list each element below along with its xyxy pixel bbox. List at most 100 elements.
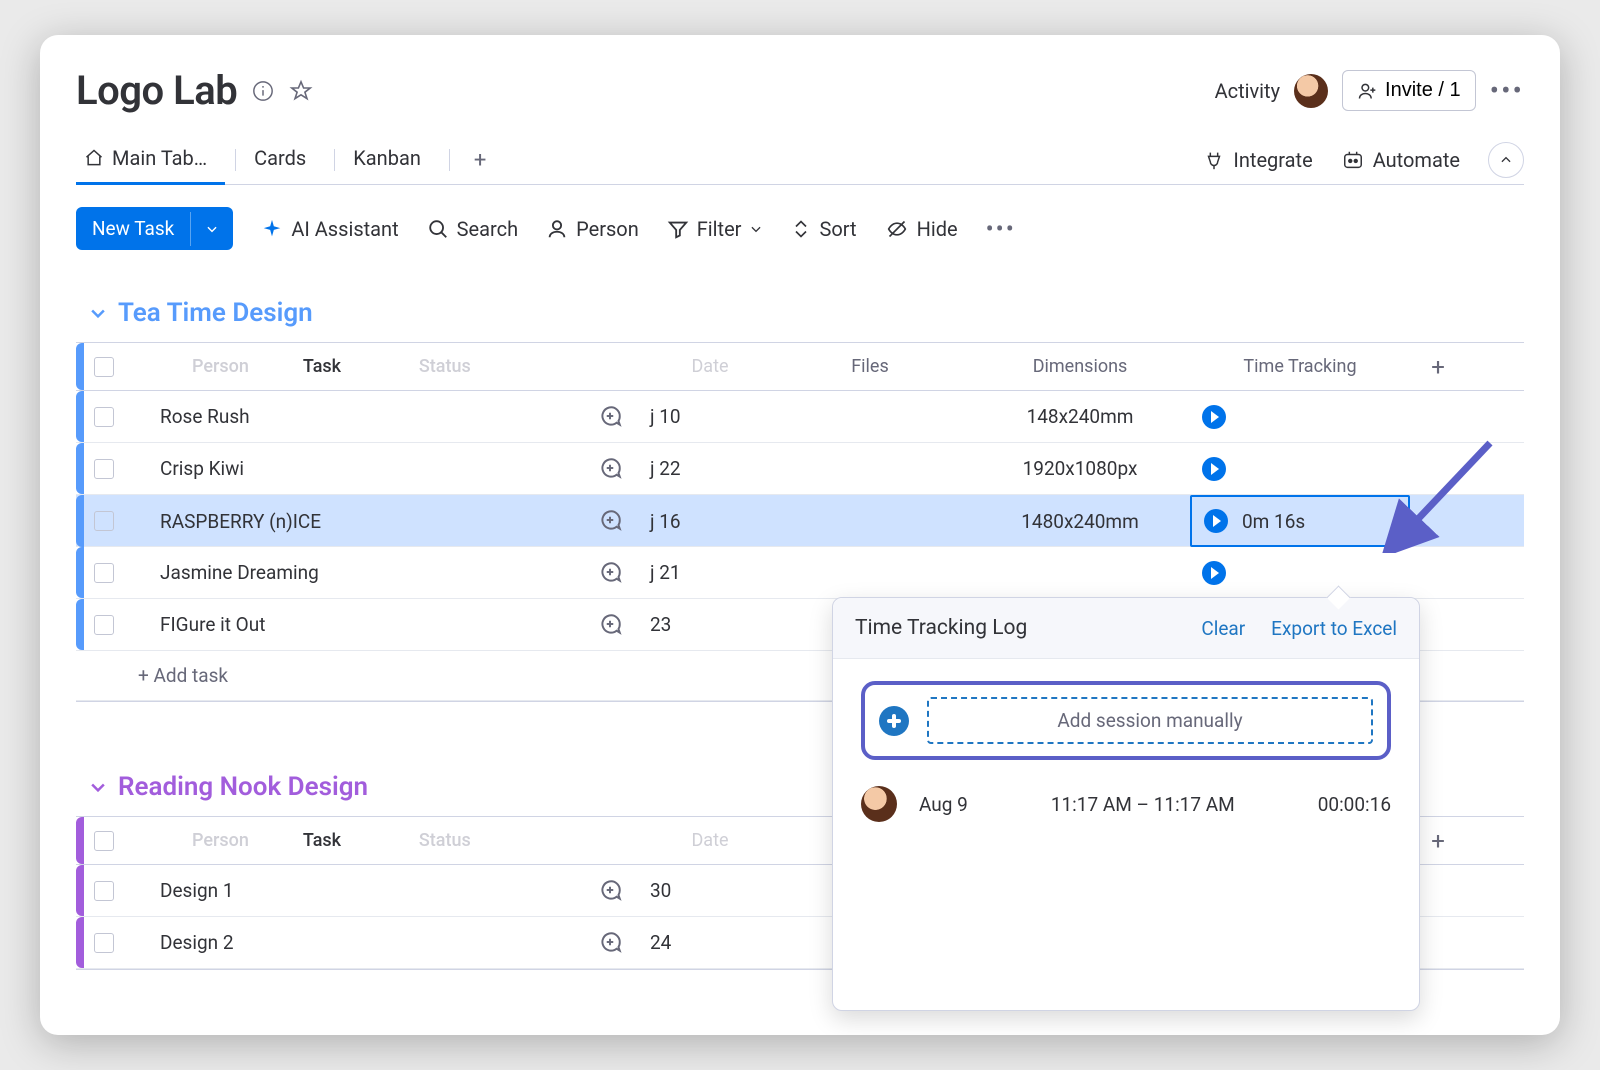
chat-icon[interactable] [597,403,625,431]
row-checkbox[interactable] [94,459,114,479]
plus-icon[interactable] [879,706,909,736]
chat-icon[interactable] [597,611,625,639]
date-cell[interactable]: 24 [650,931,770,954]
time-tracking-cell[interactable] [1190,405,1410,429]
tab-separator [334,149,335,171]
board-title: Logo Lab [76,67,237,114]
play-icon[interactable] [1204,509,1228,533]
star-icon[interactable] [289,79,313,103]
group-color-bar [76,917,84,968]
integrate-button[interactable]: Integrate [1203,148,1312,172]
col-task[interactable]: Task [303,356,341,377]
task-name[interactable]: RASPBERRY (n)ICE [132,510,572,533]
row-checkbox[interactable] [94,933,114,953]
filter-button[interactable]: Filter [667,217,764,241]
dimensions-cell[interactable]: 1480x240mm [970,510,1190,533]
invite-button[interactable]: Invite / 1 [1342,70,1476,111]
group-color-bar [76,599,84,650]
topbar-right: Activity Invite / 1 ••• [1215,70,1524,111]
tab-kanban[interactable]: Kanban [345,136,439,184]
ai-assistant-button[interactable]: AI Assistant [261,217,398,241]
time-tracking-cell[interactable]: 0m 16s [1190,495,1410,547]
chat-icon[interactable] [597,507,625,535]
row-checkbox[interactable] [94,407,114,427]
clear-link[interactable]: Clear [1201,617,1245,640]
view-tabs-right: Integrate Automate [1203,142,1524,178]
col-date[interactable]: Date [650,830,770,851]
table-row[interactable]: Rose Rush j 10 148x240mm [76,391,1524,443]
select-all-checkbox[interactable] [94,831,114,851]
search-button[interactable]: Search [427,217,518,241]
tab-cards[interactable]: Cards [246,136,324,184]
col-dimensions[interactable]: Dimensions [970,356,1190,377]
collapse-toggle[interactable] [1488,142,1524,178]
chevron-up-icon [1499,153,1513,167]
add-column-button[interactable]: + [1410,353,1466,381]
date-cell[interactable]: 23 [650,613,770,636]
task-name[interactable]: Crisp Kiwi [132,457,572,480]
col-time-tracking[interactable]: Time Tracking [1190,356,1410,377]
play-icon[interactable] [1202,457,1226,481]
sort-button[interactable]: Sort [791,217,856,241]
tab-separator [449,149,450,171]
popover-title: Time Tracking Log [855,616,1027,640]
eye-off-icon [885,219,909,239]
row-checkbox[interactable] [94,881,114,901]
group-color-bar [76,495,84,547]
group-color-bar [76,547,84,598]
automate-button[interactable]: Automate [1341,148,1460,172]
col-date[interactable]: Date [650,356,770,377]
search-icon [427,218,449,240]
more-icon[interactable]: ••• [1490,74,1524,107]
task-name[interactable]: Rose Rush [132,405,572,428]
select-all-checkbox[interactable] [94,357,114,377]
chat-icon[interactable] [597,929,625,957]
export-link[interactable]: Export to Excel [1271,617,1397,640]
task-name[interactable]: Jasmine Dreaming [132,561,572,584]
toolbar-more-icon[interactable]: ••• [986,215,1016,243]
date-cell[interactable]: j 10 [650,405,770,428]
dimensions-cell[interactable]: 148x240mm [970,405,1190,428]
dimensions-cell[interactable]: 1920x1080px [970,457,1190,480]
chevron-down-icon[interactable] [190,212,233,246]
home-icon [84,148,104,168]
date-cell[interactable]: j 22 [650,457,770,480]
add-session-button[interactable]: Add session manually [927,697,1373,744]
ai-icon [261,218,283,240]
task-name[interactable]: Design 1 [132,879,572,902]
row-checkbox[interactable] [94,563,114,583]
play-icon[interactable] [1202,561,1226,585]
time-tracking-cell[interactable] [1190,561,1410,585]
time-value: 0m 16s [1242,510,1305,533]
row-checkbox[interactable] [94,511,114,531]
group-color-bar [76,343,84,390]
add-view-button[interactable]: + [460,148,500,173]
person-filter-button[interactable]: Person [546,217,639,241]
chat-icon[interactable] [597,877,625,905]
date-cell[interactable]: j 16 [650,510,770,533]
play-icon[interactable] [1202,405,1226,429]
add-session-row: Add session manually [861,681,1391,760]
info-icon[interactable] [251,79,275,103]
task-name[interactable]: Design 2 [132,931,572,954]
row-checkbox[interactable] [94,615,114,635]
col-files[interactable]: Files [770,356,970,377]
avatar[interactable] [1294,74,1328,108]
table-row[interactable]: RASPBERRY (n)ICE j 16 1480x240mm 0m 16s [76,495,1524,547]
date-cell[interactable]: 30 [650,879,770,902]
new-task-button[interactable]: New Task [76,207,233,250]
activity-label[interactable]: Activity [1215,79,1280,103]
task-name[interactable]: FIGure it Out [132,613,572,636]
time-tracking-cell[interactable] [1190,457,1410,481]
tab-main[interactable]: Main Tab… [76,136,225,184]
chat-icon[interactable] [597,559,625,587]
group-color-bar [76,865,84,916]
date-cell[interactable]: j 21 [650,561,770,584]
chat-icon[interactable] [597,455,625,483]
table-row[interactable]: Jasmine Dreaming j 21 [76,547,1524,599]
table-row[interactable]: Crisp Kiwi j 22 1920x1080px [76,443,1524,495]
group-header[interactable]: Tea Time Design [76,298,1524,328]
invite-icon [1357,81,1377,101]
col-task[interactable]: Task [303,830,341,851]
hide-button[interactable]: Hide [885,217,958,241]
